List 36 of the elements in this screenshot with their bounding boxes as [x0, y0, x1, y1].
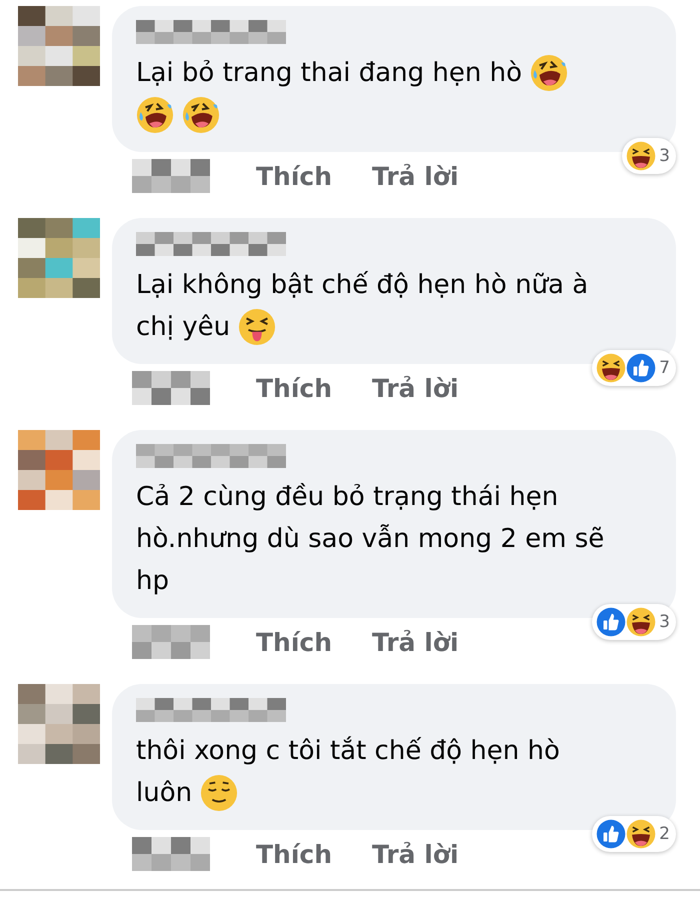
smiling-closed-eyes-face-icon: [200, 774, 238, 812]
laughing-tears-face-icon: [182, 96, 220, 134]
reply-link[interactable]: Trả lời: [372, 840, 459, 868]
reaction-summary[interactable]: 3: [592, 604, 676, 640]
laughing-tears-face-icon: [530, 54, 568, 92]
reply-link[interactable]: Trả lời: [372, 628, 459, 656]
comment-text: hp: [136, 565, 169, 598]
tongue-out-face-icon: [238, 308, 276, 346]
comment-text: Lại không bật chế độ hẹn hò nữa à: [136, 269, 588, 302]
like-link[interactable]: Thích: [256, 628, 332, 656]
reaction-count: 3: [659, 612, 670, 632]
comment-text: thôi xong c tôi tắt chế độ hẹn hò: [136, 735, 560, 768]
reaction-count: 3: [659, 146, 670, 166]
thumbs-up-icon: [596, 819, 626, 849]
like-link[interactable]: Thích: [256, 374, 332, 402]
reaction-summary[interactable]: 2: [592, 816, 676, 852]
like-link[interactable]: Thích: [256, 162, 332, 190]
reaction-summary[interactable]: 3: [622, 138, 676, 174]
reaction-summary[interactable]: 7: [592, 350, 676, 386]
reply-link[interactable]: Trả lời: [372, 374, 459, 402]
comment-text: Cả 2 cùng đều bỏ trạng thái hẹn: [136, 481, 558, 514]
laughing-tears-face-icon: [136, 96, 174, 134]
laughing-face-icon: [596, 353, 626, 383]
comment-text: Lại bỏ trang thai đang hẹn hò: [136, 57, 522, 90]
laughing-face-icon: [626, 819, 656, 849]
thumbs-up-icon: [626, 353, 656, 383]
reaction-count: 7: [659, 358, 670, 378]
reaction-count: 2: [659, 824, 670, 844]
like-link[interactable]: Thích: [256, 840, 332, 868]
comment-text: hò.nhưng dù sao vẫn mong 2 em sẽ: [136, 523, 604, 556]
laughing-face-icon: [626, 141, 656, 171]
thumbs-up-icon: [596, 607, 626, 637]
reply-link[interactable]: Trả lời: [372, 162, 459, 190]
comment-text: luôn: [136, 777, 192, 810]
laughing-face-icon: [626, 607, 656, 637]
comment-text: chị yêu: [136, 311, 230, 344]
